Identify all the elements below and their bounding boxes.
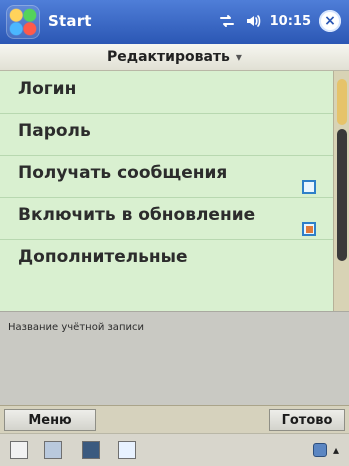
clock-time: 10:15 [269, 13, 311, 29]
softkey-bar: Меню Готово [0, 405, 349, 434]
chevron-down-icon: ▾ [235, 50, 242, 64]
list-item-label: Получать сообщения [18, 163, 228, 183]
title-bar: Start 10:15 × [0, 0, 349, 44]
edit-dropdown-label: Редактировать [107, 49, 230, 65]
accessibility-icon[interactable] [10, 441, 28, 459]
app-title: Start [48, 12, 92, 30]
account-settings-list: Логин Пароль Получать сообщения Включить… [0, 71, 333, 311]
list-item-include-in-update[interactable]: Включить в обновление [0, 197, 333, 240]
include-in-update-checkbox[interactable] [302, 222, 316, 236]
get-messages-checkbox[interactable] [302, 180, 316, 194]
list-item-label: Пароль [18, 121, 91, 141]
taskbar-right-area: ▴ [312, 443, 339, 457]
list-item-advanced[interactable]: Дополнительные [0, 239, 333, 281]
speaker-icon[interactable] [244, 12, 262, 30]
list-item-label: Логин [18, 79, 77, 99]
status-area: 10:15 × [218, 10, 341, 32]
list-item-label: Дополнительные [18, 247, 188, 267]
close-button[interactable]: × [319, 10, 341, 32]
chevron-up-icon[interactable]: ▴ [333, 443, 339, 457]
connectivity-arrows-icon[interactable] [218, 12, 236, 30]
edit-dropdown[interactable]: Редактировать ▾ [0, 44, 349, 71]
menu-softkey[interactable]: Меню [4, 409, 96, 431]
close-icon: × [324, 13, 336, 29]
list-item-label: Включить в обновление [18, 205, 256, 225]
list-item-password[interactable]: Пароль [0, 113, 333, 156]
done-softkey[interactable]: Готово [269, 409, 345, 431]
list-item-get-messages[interactable]: Получать сообщения [0, 155, 333, 198]
keyboard-icon[interactable] [312, 443, 327, 457]
windows-start-icon[interactable] [6, 5, 40, 39]
window-icon[interactable] [118, 441, 136, 459]
scrollbar-thumb[interactable] [337, 129, 347, 261]
taskbar: ▴ [0, 433, 349, 466]
account-name-label: Название учётной записи [8, 322, 144, 333]
image-icon[interactable] [44, 441, 62, 459]
scrollbar-track-highlight [337, 79, 347, 125]
account-name-area: Название учётной записи [0, 311, 349, 406]
photo-icon[interactable] [82, 441, 100, 459]
vertical-scrollbar[interactable] [333, 71, 349, 311]
list-item-login[interactable]: Логин [0, 71, 333, 114]
device-screen: Start 10:15 × Редактировать ▾ Логин Паро… [0, 0, 349, 466]
